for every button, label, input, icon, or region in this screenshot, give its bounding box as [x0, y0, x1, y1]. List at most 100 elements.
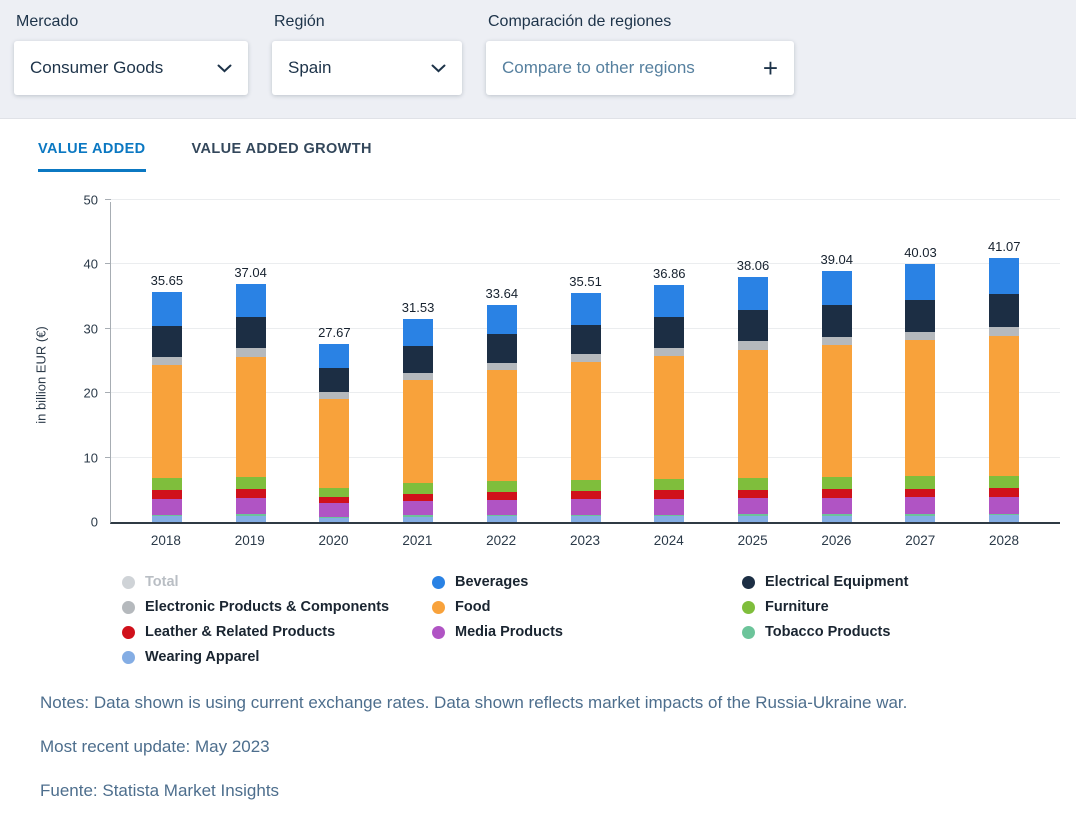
legend-label: Electrical Equipment: [765, 574, 908, 590]
legend-item[interactable]: Food: [432, 599, 742, 615]
bar-segment: [487, 500, 517, 515]
bar-stack: [319, 344, 349, 522]
legend-dot-icon: [122, 651, 135, 664]
bar-segment: [738, 277, 768, 310]
bar-segment: [403, 483, 433, 493]
bar-segment: [822, 271, 852, 305]
region-value: Spain: [288, 58, 331, 78]
bar-segment: [487, 334, 517, 362]
bar-total-label: 40.03: [904, 245, 937, 260]
bar-segment: [738, 516, 768, 522]
bar-segment: [571, 480, 601, 491]
bar-segment: [905, 497, 935, 514]
bar-segment: [738, 490, 768, 499]
legend-item[interactable]: Media Products: [432, 624, 742, 640]
x-tick-label: 2022: [459, 533, 543, 548]
bar-stack: [152, 292, 182, 522]
bar-stack: [905, 264, 935, 522]
bar-2026: 39.04: [795, 202, 879, 522]
bar-segment: [654, 348, 684, 356]
legend-item[interactable]: Beverages: [432, 574, 742, 590]
x-tick-label: 2027: [878, 533, 962, 548]
bar-stack: [403, 319, 433, 522]
bar-segment: [571, 354, 601, 362]
bar-segment: [319, 392, 349, 399]
bar-segment: [403, 346, 433, 373]
x-tick-label: 2018: [124, 533, 208, 548]
bar-segment: [487, 492, 517, 500]
legend-item[interactable]: Leather & Related Products: [122, 624, 432, 640]
bar-segment: [654, 285, 684, 318]
bar-segment: [989, 476, 1019, 489]
chart-legend: TotalBeverages Electrical Equipment Electr…: [122, 574, 1076, 665]
bar-segment: [905, 264, 935, 299]
y-tick-mark: [105, 199, 111, 200]
compare-regions-button[interactable]: Compare to other regions +: [486, 41, 794, 95]
bar-total-label: 37.04: [234, 265, 267, 280]
bar-2021: 31.53: [376, 202, 460, 522]
bar-segment: [152, 478, 182, 490]
plot-area: 0102030405035.6537.0427.6731.5333.6435.5…: [110, 202, 1060, 524]
bar-segment: [319, 518, 349, 523]
x-tick-label: 2025: [711, 533, 795, 548]
bar-segment: [487, 370, 517, 481]
bar-segment: [571, 516, 601, 522]
legend-item[interactable]: Electrical Equipment: [742, 574, 1076, 590]
legend-item[interactable]: Furniture: [742, 599, 1076, 615]
legend-label: Media Products: [455, 624, 563, 640]
bar-segment: [236, 498, 266, 514]
bar-segment: [403, 517, 433, 522]
legend-item[interactable]: Electronic Products & Components: [122, 599, 432, 615]
bar-segment: [236, 348, 266, 356]
bar-2022: 33.64: [460, 202, 544, 522]
bar-segment: [989, 327, 1019, 336]
region-select[interactable]: Spain: [272, 41, 462, 95]
bar-2023: 35.51: [544, 202, 628, 522]
legend-item[interactable]: Total: [122, 574, 432, 590]
bar-segment: [152, 326, 182, 357]
bar-segment: [319, 344, 349, 369]
legend-label: Electronic Products & Components: [145, 599, 389, 615]
bar-segment: [403, 319, 433, 346]
legend-dot-icon: [742, 626, 755, 639]
bar-segment: [905, 476, 935, 488]
bar-total-label: 39.04: [820, 252, 853, 267]
bar-segment: [236, 284, 266, 317]
bar-segment: [822, 337, 852, 345]
plot-outer: 0102030405035.6537.0427.6731.5333.6435.5…: [110, 202, 1060, 548]
bar-total-label: 36.86: [653, 266, 686, 281]
market-select[interactable]: Consumer Goods: [14, 41, 248, 95]
bar-segment: [319, 399, 349, 488]
bar-2018: 35.65: [125, 202, 209, 522]
bar-segment: [738, 350, 768, 478]
y-tick-label: 40: [84, 257, 98, 272]
market-label: Mercado: [16, 13, 248, 31]
notes-line: Notes: Data shown is using current excha…: [40, 693, 1036, 713]
bar-segment: [403, 494, 433, 501]
bar-segment: [236, 489, 266, 498]
bar-total-label: 38.06: [737, 258, 770, 273]
bar-segment: [989, 258, 1019, 295]
legend-dot-icon: [432, 626, 445, 639]
bar-segment: [487, 363, 517, 371]
bar-segment: [905, 516, 935, 522]
compare-value: Compare to other regions: [502, 58, 695, 78]
bar-segment: [654, 356, 684, 479]
bar-segment: [152, 490, 182, 499]
tab-value-added[interactable]: VALUE ADDED: [38, 141, 146, 172]
tab-value-added-growth[interactable]: VALUE ADDED GROWTH: [192, 141, 372, 172]
legend-item[interactable]: Tobacco Products: [742, 624, 1076, 640]
bar-segment: [571, 499, 601, 515]
x-tick-label: 2019: [208, 533, 292, 548]
legend-item[interactable]: Wearing Apparel: [122, 649, 432, 665]
x-tick-label: 2023: [543, 533, 627, 548]
bars-container: 35.6537.0427.6731.5333.6435.5136.8638.06…: [111, 202, 1060, 522]
bar-total-label: 35.51: [569, 274, 602, 289]
bar-segment: [989, 497, 1019, 514]
bar-segment: [738, 310, 768, 341]
bar-segment: [403, 501, 433, 516]
bar-segment: [989, 488, 1019, 497]
bar-segment: [152, 357, 182, 365]
bar-segment: [654, 479, 684, 491]
bar-segment: [989, 336, 1019, 476]
